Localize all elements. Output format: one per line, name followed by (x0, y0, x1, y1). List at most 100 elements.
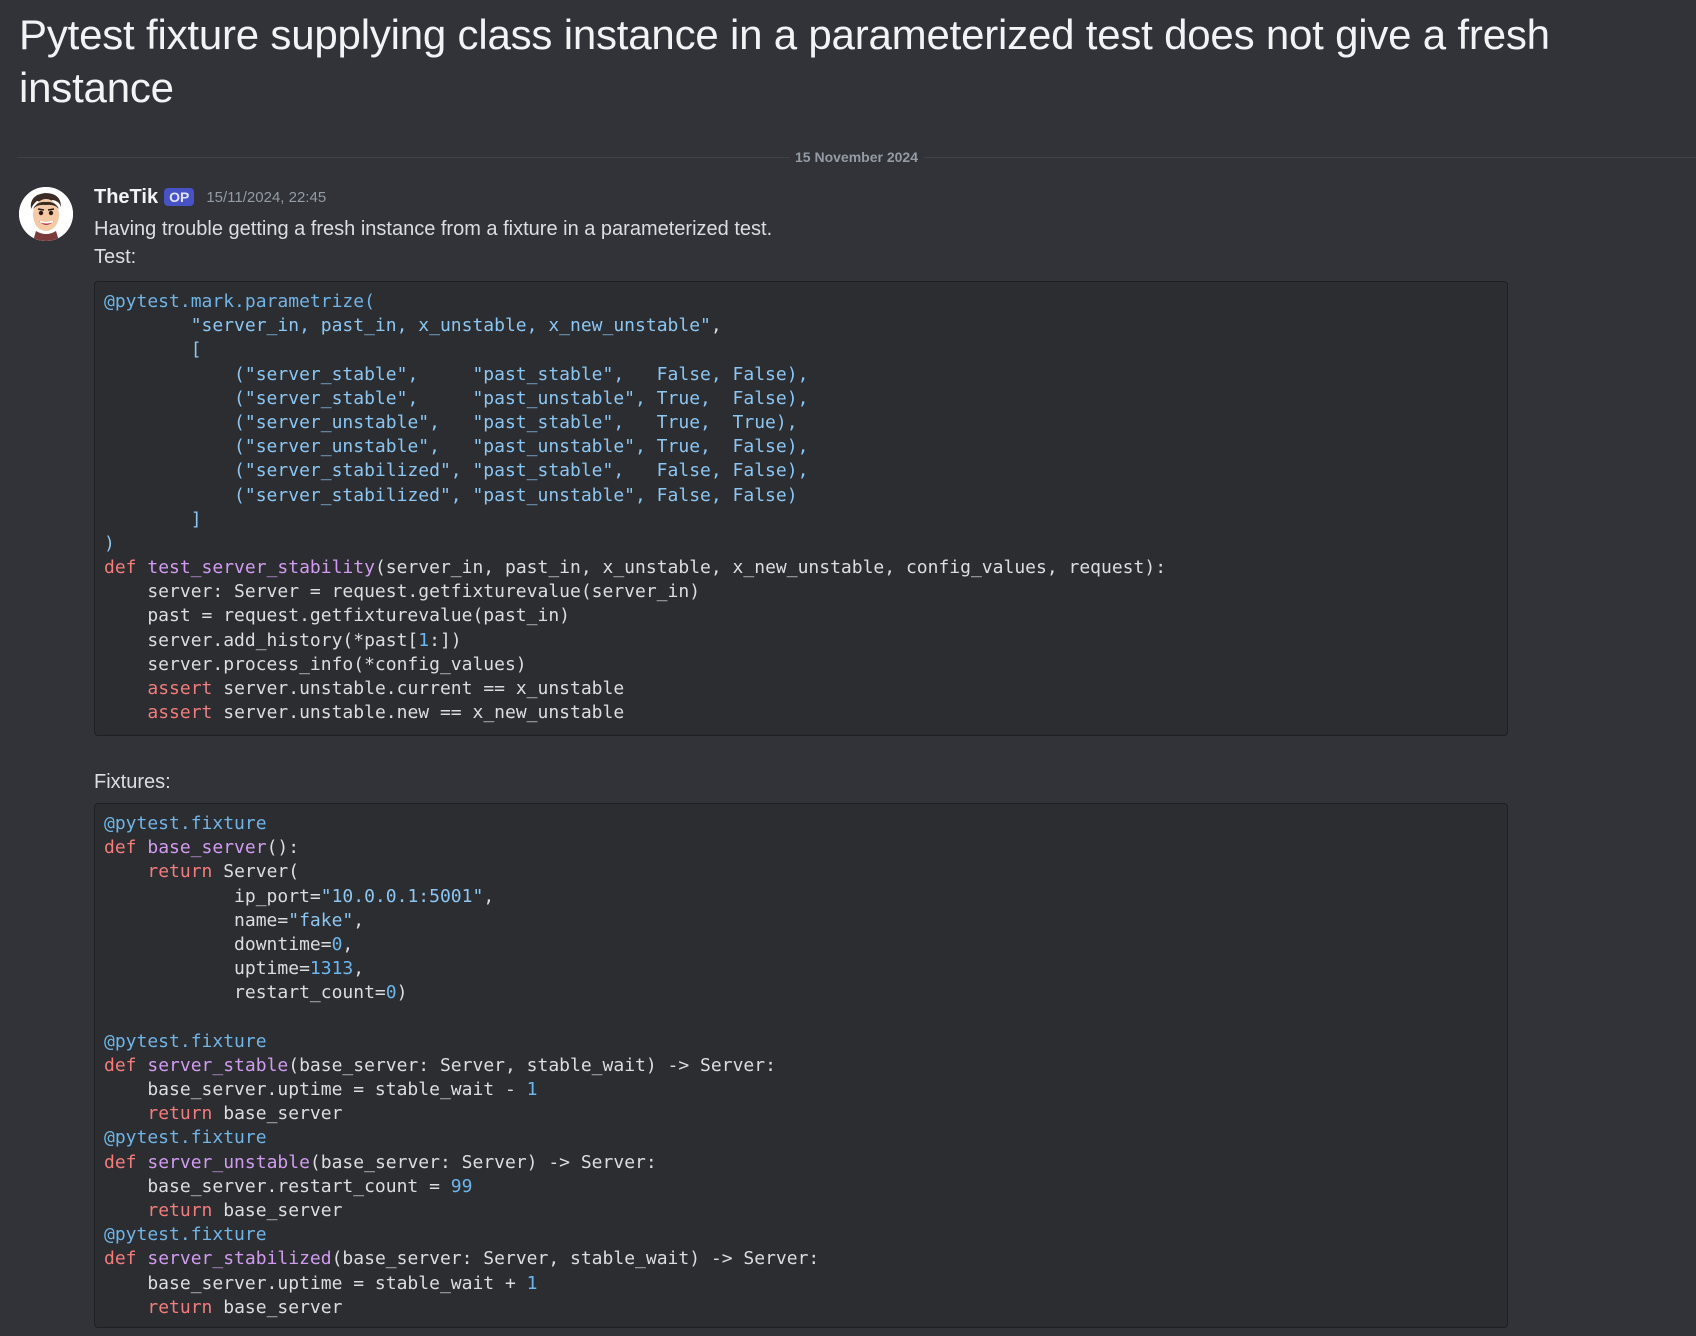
code-line: downtime=0, (104, 933, 1498, 957)
code-token: (base_server: Server) -> Server: (309, 1151, 657, 1173)
code-line: def server_stable(base_server: Server, s… (104, 1054, 1498, 1078)
code-token: "server_in, past_in, x_unstable, x_new_u… (190, 315, 711, 337)
code-token: ("server_stabilized", "past_unstable", F… (234, 484, 798, 506)
code-block-test[interactable]: @pytest.mark.parametrize( "server_in, pa… (94, 281, 1508, 736)
code-token: server.process_info(*config_values) (104, 653, 527, 675)
code-line: def base_server(): (104, 836, 1498, 860)
code-token: def (104, 1054, 148, 1076)
code-token: ("server_stable", "past_stable", False, … (234, 363, 809, 385)
code-token: base_server.uptime = stable_wait - (104, 1079, 527, 1101)
code-token: server.unstable.new == x_new_unstable (212, 702, 625, 724)
code-line: server.process_info(*config_values) (104, 653, 1498, 677)
code-token: 1 (526, 1272, 538, 1294)
code-token: def (104, 837, 148, 859)
code-line: uptime=1313, (104, 957, 1498, 981)
code-token: restart_count= (104, 982, 386, 1004)
code-token: ("server_stabilized", "past_stable", Fal… (234, 460, 809, 482)
code-token: :]) (429, 629, 462, 651)
code-token: base_server (212, 1103, 343, 1125)
code-token: (base_server: Server, stable_wait) -> Se… (288, 1054, 776, 1076)
code-token: def (104, 1248, 148, 1270)
op-badge: OP (164, 188, 195, 206)
code-token: server_stabilized (147, 1248, 332, 1270)
code-token: return (147, 1103, 213, 1125)
code-token: 1313 (309, 958, 354, 980)
code-token: "fake" (288, 909, 354, 931)
fixtures-label-text: Fixtures: (94, 771, 171, 793)
code-token: ] (190, 508, 202, 530)
code-token: ("server_unstable", "past_unstable", Tru… (234, 436, 809, 458)
code-token: server.unstable.current == x_unstable (212, 678, 625, 699)
code-token: @pytest.mark.parametrize( (104, 291, 375, 312)
code-token: return (147, 861, 213, 883)
code-line: def server_stabilized(base_server: Serve… (104, 1247, 1498, 1271)
code-token: 1 (418, 629, 430, 651)
code-line: base_server.uptime = stable_wait + 1 (104, 1272, 1498, 1296)
code-token: (base_server: Server, stable_wait) -> Se… (331, 1248, 820, 1270)
author-username[interactable]: TheTik (94, 186, 158, 209)
avatar[interactable] (19, 187, 73, 241)
code-token: downtime= (104, 933, 332, 955)
code-token: server_stable (147, 1054, 289, 1076)
code-token: past = request.getfixturevalue(past_in) (104, 605, 570, 627)
code-line: ("server_stable", "past_unstable", True,… (104, 387, 1498, 411)
code-token: ip_port= (104, 885, 321, 907)
code-line: ("server_stabilized", "past_stable", Fal… (104, 459, 1498, 483)
code-token: @pytest.fixture (104, 1127, 267, 1149)
code-token: test_server_stability (147, 557, 375, 579)
cartoon-face-avatar-icon (19, 187, 73, 241)
code-line: ("server_unstable", "past_unstable", Tru… (104, 435, 1498, 459)
code-block-fixtures[interactable]: @pytest.fixture def base_server(): return… (94, 803, 1508, 1328)
code-line: restart_count=0) (104, 981, 1498, 1005)
code-line: return base_server (104, 1102, 1498, 1126)
code-token: base_server (147, 837, 267, 859)
message-header: TheTik OP 15/11/2024, 22:45 (94, 184, 326, 210)
thread-title: Pytest fixture supplying class instance … (19, 11, 1550, 111)
code-line: ("server_stable", "past_stable", False, … (104, 363, 1498, 387)
code-line: base_server.uptime = stable_wait - 1 (104, 1078, 1498, 1102)
code-line: def test_server_stability(server_in, pas… (104, 556, 1498, 580)
code-token: return (147, 1296, 213, 1318)
code-line: ("server_unstable", "past_stable", True,… (104, 411, 1498, 435)
code-line: @pytest.fixture (104, 812, 1498, 836)
code-line: [ (104, 338, 1498, 362)
code-token: return (147, 1200, 213, 1221)
code-line: return base_server (104, 1296, 1498, 1320)
code-token: @pytest.fixture (104, 813, 267, 834)
code-token: , (342, 933, 354, 955)
code-token: @pytest.fixture (104, 1224, 267, 1246)
code-token: server_unstable (147, 1151, 310, 1173)
code-line: assert server.unstable.new == x_new_unst… (104, 701, 1498, 725)
code-line: return base_server (104, 1199, 1498, 1223)
code-token: , (710, 315, 722, 337)
code-line: return Server( (104, 860, 1498, 884)
code-token: ("server_unstable", "past_stable", True,… (234, 411, 798, 433)
code-line: ("server_stabilized", "past_unstable", F… (104, 484, 1498, 508)
message-timestamp[interactable]: 15/11/2024, 22:45 (206, 189, 326, 206)
code-line: @pytest.mark.parametrize( (104, 290, 1498, 314)
code-token: ) (104, 532, 115, 554)
code-token: @pytest.fixture (104, 1030, 267, 1052)
message-intro-text: Having trouble getting a fresh instance … (94, 218, 773, 240)
code-token: base_server (212, 1296, 343, 1318)
code-token: base_server (212, 1200, 343, 1221)
code-line: assert server.unstable.current == x_unst… (104, 677, 1498, 701)
code-line: past = request.getfixturevalue(past_in) (104, 604, 1498, 628)
test-label-text: Test: (94, 246, 137, 268)
code-line: "server_in, past_in, x_unstable, x_new_u… (104, 314, 1498, 338)
code-token: server.add_history(*past[ (104, 629, 419, 651)
